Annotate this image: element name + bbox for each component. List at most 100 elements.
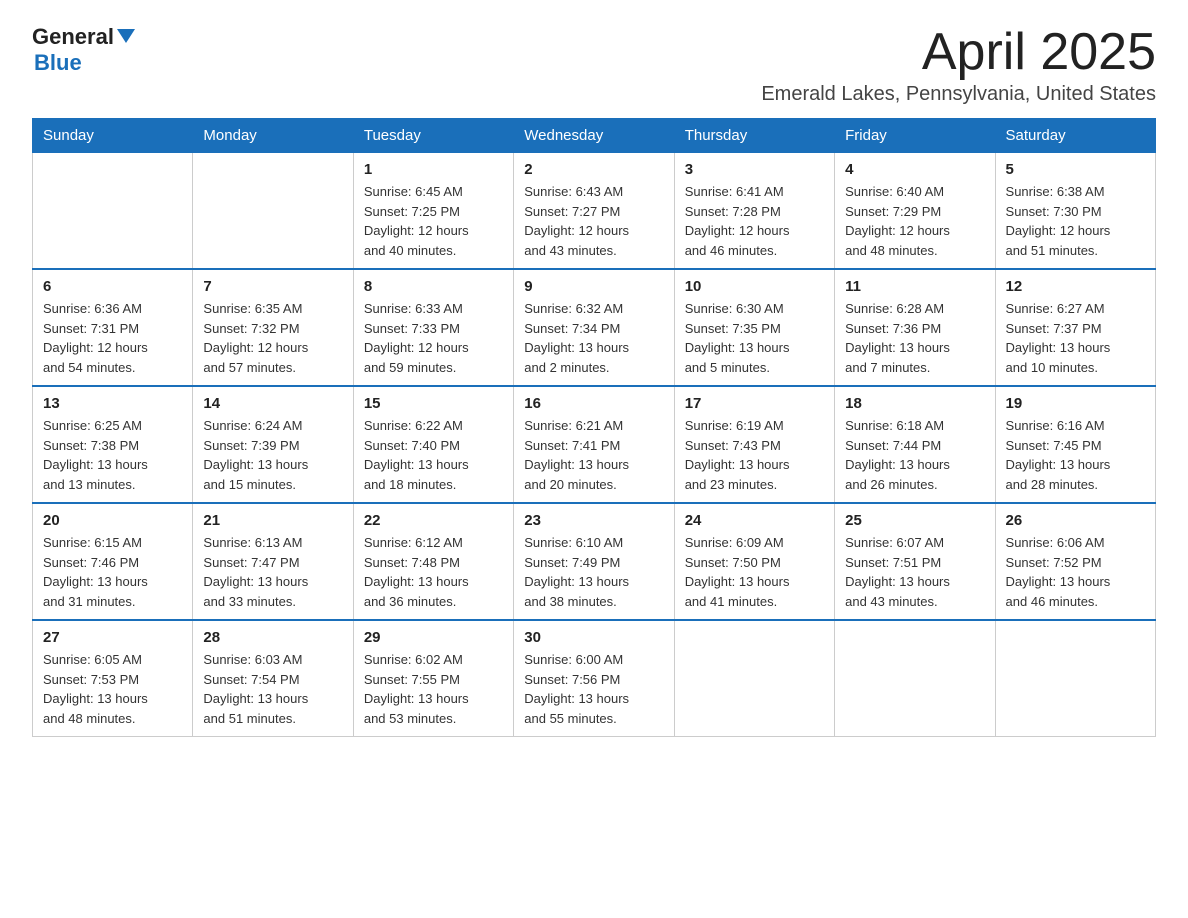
day-number: 17	[685, 395, 824, 412]
logo-general-text: General	[32, 24, 114, 50]
column-header-tuesday: Tuesday	[353, 119, 513, 153]
calendar-table: SundayMondayTuesdayWednesdayThursdayFrid…	[32, 118, 1156, 737]
column-header-saturday: Saturday	[995, 119, 1155, 153]
calendar-cell: 7 Sunrise: 6:35 AMSunset: 7:32 PMDaylight…	[193, 269, 353, 386]
day-number: 16	[524, 395, 663, 412]
day-number: 6	[43, 278, 182, 295]
day-info: Sunrise: 6:12 AMSunset: 7:48 PMDaylight:…	[364, 533, 503, 611]
calendar-cell: 6 Sunrise: 6:36 AMSunset: 7:31 PMDaylight…	[33, 269, 193, 386]
calendar-cell: 18Sunrise: 6:18 AMSunset: 7:44 PMDayligh…	[835, 386, 995, 503]
calendar-cell	[33, 153, 193, 270]
column-header-friday: Friday	[835, 119, 995, 153]
day-number: 28	[203, 629, 342, 646]
calendar-cell: 30 Sunrise: 6:00 AMSunset: 7:56 PMDayligh…	[514, 620, 674, 737]
day-number: 12	[1006, 278, 1145, 295]
day-info: Sunrise: 6:07 AMSunset: 7:51 PMDaylight:…	[845, 533, 984, 611]
day-info: Sunrise: 6:19 AMSunset: 7:43 PMDaylight:…	[685, 416, 824, 494]
calendar-cell: 24 Sunrise: 6:09 AMSunset: 7:50 PMDayligh…	[674, 503, 834, 620]
day-number: 10	[685, 278, 824, 295]
day-info: Sunrise: 6:41 AMSunset: 7:28 PMDaylight:…	[685, 182, 824, 260]
day-number: 13	[43, 395, 182, 412]
day-number: 9	[524, 278, 663, 295]
calendar-cell: 4 Sunrise: 6:40 AMSunset: 7:29 PMDaylight…	[835, 153, 995, 270]
calendar-cell: 17 Sunrise: 6:19 AMSunset: 7:43 PMDayligh…	[674, 386, 834, 503]
day-number: 14	[203, 395, 342, 412]
calendar-cell: 1 Sunrise: 6:45 AMSunset: 7:25 PMDaylight…	[353, 153, 513, 270]
calendar-header-row: SundayMondayTuesdayWednesdayThursdayFrid…	[33, 119, 1156, 153]
day-number: 27	[43, 629, 182, 646]
month-title: April 2025	[761, 24, 1156, 81]
calendar-cell: 10Sunrise: 6:30 AMSunset: 7:35 PMDayligh…	[674, 269, 834, 386]
day-info: Sunrise: 6:38 AMSunset: 7:30 PMDaylight:…	[1006, 182, 1145, 260]
calendar-cell: 9 Sunrise: 6:32 AMSunset: 7:34 PMDaylight…	[514, 269, 674, 386]
title-block: April 2025 Emerald Lakes, Pennsylvania, …	[761, 24, 1156, 106]
logo: General Blue	[32, 24, 135, 76]
day-info: Sunrise: 6:35 AMSunset: 7:32 PMDaylight:…	[203, 299, 342, 377]
calendar-cell: 8 Sunrise: 6:33 AMSunset: 7:33 PMDaylight…	[353, 269, 513, 386]
day-number: 11	[845, 278, 984, 295]
day-info: Sunrise: 6:33 AMSunset: 7:33 PMDaylight:…	[364, 299, 503, 377]
day-info: Sunrise: 6:28 AMSunset: 7:36 PMDaylight:…	[845, 299, 984, 377]
day-info: Sunrise: 6:21 AMSunset: 7:41 PMDaylight:…	[524, 416, 663, 494]
day-number: 7	[203, 278, 342, 295]
day-number: 1	[364, 161, 503, 178]
day-info: Sunrise: 6:13 AMSunset: 7:47 PMDaylight:…	[203, 533, 342, 611]
calendar-cell: 2Sunrise: 6:43 AMSunset: 7:27 PMDaylight…	[514, 153, 674, 270]
column-header-wednesday: Wednesday	[514, 119, 674, 153]
day-info: Sunrise: 6:22 AMSunset: 7:40 PMDaylight:…	[364, 416, 503, 494]
day-info: Sunrise: 6:27 AMSunset: 7:37 PMDaylight:…	[1006, 299, 1145, 377]
day-info: Sunrise: 6:36 AMSunset: 7:31 PMDaylight:…	[43, 299, 182, 377]
calendar-cell: 14 Sunrise: 6:24 AMSunset: 7:39 PMDayligh…	[193, 386, 353, 503]
day-info: Sunrise: 6:40 AMSunset: 7:29 PMDaylight:…	[845, 182, 984, 260]
day-info: Sunrise: 6:00 AMSunset: 7:56 PMDaylight:…	[524, 650, 663, 728]
calendar-week-row: 27 Sunrise: 6:05 AMSunset: 7:53 PMDayligh…	[33, 620, 1156, 737]
day-info: Sunrise: 6:45 AMSunset: 7:25 PMDaylight:…	[364, 182, 503, 260]
calendar-cell: 11 Sunrise: 6:28 AMSunset: 7:36 PMDayligh…	[835, 269, 995, 386]
calendar-cell: 20Sunrise: 6:15 AMSunset: 7:46 PMDayligh…	[33, 503, 193, 620]
day-number: 3	[685, 161, 824, 178]
day-number: 5	[1006, 161, 1145, 178]
day-number: 29	[364, 629, 503, 646]
calendar-cell: 25 Sunrise: 6:07 AMSunset: 7:51 PMDayligh…	[835, 503, 995, 620]
calendar-week-row: 6 Sunrise: 6:36 AMSunset: 7:31 PMDaylight…	[33, 269, 1156, 386]
calendar-week-row: 13 Sunrise: 6:25 AMSunset: 7:38 PMDayligh…	[33, 386, 1156, 503]
calendar-cell	[835, 620, 995, 737]
day-info: Sunrise: 6:06 AMSunset: 7:52 PMDaylight:…	[1006, 533, 1145, 611]
calendar-cell: 3 Sunrise: 6:41 AMSunset: 7:28 PMDaylight…	[674, 153, 834, 270]
day-number: 2	[524, 161, 663, 178]
calendar-cell: 16 Sunrise: 6:21 AMSunset: 7:41 PMDayligh…	[514, 386, 674, 503]
day-info: Sunrise: 6:02 AMSunset: 7:55 PMDaylight:…	[364, 650, 503, 728]
calendar-week-row: 1 Sunrise: 6:45 AMSunset: 7:25 PMDaylight…	[33, 153, 1156, 270]
column-header-monday: Monday	[193, 119, 353, 153]
day-info: Sunrise: 6:32 AMSunset: 7:34 PMDaylight:…	[524, 299, 663, 377]
day-number: 4	[845, 161, 984, 178]
day-info: Sunrise: 6:09 AMSunset: 7:50 PMDaylight:…	[685, 533, 824, 611]
day-info: Sunrise: 6:24 AMSunset: 7:39 PMDaylight:…	[203, 416, 342, 494]
day-info: Sunrise: 6:10 AMSunset: 7:49 PMDaylight:…	[524, 533, 663, 611]
calendar-cell: 28 Sunrise: 6:03 AMSunset: 7:54 PMDayligh…	[193, 620, 353, 737]
calendar-cell	[674, 620, 834, 737]
day-number: 15	[364, 395, 503, 412]
day-info: Sunrise: 6:25 AMSunset: 7:38 PMDaylight:…	[43, 416, 182, 494]
day-number: 8	[364, 278, 503, 295]
day-info: Sunrise: 6:03 AMSunset: 7:54 PMDaylight:…	[203, 650, 342, 728]
day-number: 30	[524, 629, 663, 646]
calendar-cell: 22Sunrise: 6:12 AMSunset: 7:48 PMDayligh…	[353, 503, 513, 620]
day-number: 20	[43, 512, 182, 529]
calendar-cell: 23Sunrise: 6:10 AMSunset: 7:49 PMDayligh…	[514, 503, 674, 620]
page-header: General Blue April 2025 Emerald Lakes, P…	[32, 24, 1156, 106]
column-header-sunday: Sunday	[33, 119, 193, 153]
day-info: Sunrise: 6:18 AMSunset: 7:44 PMDaylight:…	[845, 416, 984, 494]
day-number: 19	[1006, 395, 1145, 412]
day-info: Sunrise: 6:16 AMSunset: 7:45 PMDaylight:…	[1006, 416, 1145, 494]
day-number: 25	[845, 512, 984, 529]
calendar-cell: 26Sunrise: 6:06 AMSunset: 7:52 PMDayligh…	[995, 503, 1155, 620]
calendar-cell: 5 Sunrise: 6:38 AMSunset: 7:30 PMDaylight…	[995, 153, 1155, 270]
logo-blue-text: Blue	[34, 50, 82, 76]
day-info: Sunrise: 6:05 AMSunset: 7:53 PMDaylight:…	[43, 650, 182, 728]
location-subtitle: Emerald Lakes, Pennsylvania, United Stat…	[761, 83, 1156, 106]
calendar-cell: 21Sunrise: 6:13 AMSunset: 7:47 PMDayligh…	[193, 503, 353, 620]
calendar-cell: 29 Sunrise: 6:02 AMSunset: 7:55 PMDayligh…	[353, 620, 513, 737]
day-number: 24	[685, 512, 824, 529]
calendar-cell	[193, 153, 353, 270]
